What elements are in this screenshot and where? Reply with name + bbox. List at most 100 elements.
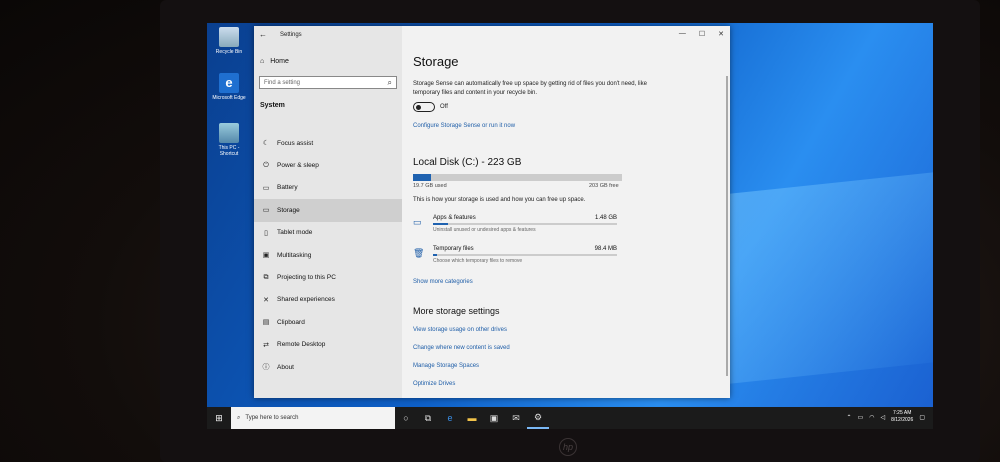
taskbar-search[interactable]: ⌕ Type here to search (231, 407, 395, 429)
category-bar (433, 254, 617, 256)
find-setting-input[interactable]: Find a setting ⌕ (259, 76, 397, 89)
category-bar (433, 223, 617, 225)
disk-title: Local Disk (C:) - 223 GB (413, 157, 522, 168)
settings-nav: ← Settings ⌂ Home Find a setting ⌕ Syste… (254, 26, 402, 398)
window-title: Settings (280, 32, 302, 38)
section-heading: System (260, 102, 285, 109)
projector-icon: ⧉ (263, 273, 269, 281)
category-fill (433, 254, 437, 256)
disk-free: 203 GB free (589, 183, 619, 189)
storage-info: This is how your storage is used and how… (413, 197, 586, 203)
folder-icon: ▬ (467, 413, 477, 423)
nav-item-battery[interactable]: ▭ Battery (254, 177, 402, 199)
shared-icon: ✕ (263, 296, 269, 304)
moon-icon: ☾ (262, 140, 270, 148)
desktop-icon-recycle-bin[interactable]: Recycle Bin (211, 27, 247, 55)
nav-item-about[interactable]: ⓘ About (254, 356, 402, 378)
desktop: Recycle Bin e Microsoft Edge This PC - S… (207, 23, 933, 429)
home-icon: ⌂ (260, 58, 265, 65)
recycle-bin-icon (219, 27, 239, 47)
search-icon: ⌕ (237, 414, 241, 421)
power-icon: ⏻ (263, 161, 269, 169)
category-apps-features[interactable]: ▭ Apps & features 1.48 GB Uninstall unus… (413, 215, 623, 241)
nav-item-focus-assist[interactable]: ☾ Focus assist (254, 132, 402, 154)
search-icon: ⌕ (387, 78, 392, 87)
disk-used: 19.7 GB used (413, 183, 447, 189)
storage-sense-description: Storage Sense can automatically free up … (413, 81, 647, 96)
trash-icon: 🗑 (413, 248, 425, 258)
nav-item-multitasking[interactable]: ▣ Multitasking (254, 244, 402, 266)
page-title: Storage (413, 54, 459, 69)
nav-item-shared-experiences[interactable]: ✕ Shared experiences (254, 289, 402, 311)
windows-icon: ⊞ (215, 412, 223, 423)
info-icon: ⓘ (262, 364, 270, 372)
cortana-icon: ○ (403, 413, 409, 423)
nav-home[interactable]: ⌂ Home (260, 58, 289, 65)
configure-storage-sense-link[interactable]: Configure Storage Sense or run it now (413, 123, 515, 129)
task-view-button[interactable]: ⧉ (417, 407, 439, 429)
edge-icon: e (219, 73, 239, 93)
wallpaper-light (727, 171, 933, 385)
nav-item-tablet-mode[interactable]: ▯ Tablet mode (254, 222, 402, 244)
category-fill (433, 223, 448, 225)
multitasking-icon: ▣ (262, 252, 270, 260)
nav-list: ☾ Focus assist ⏻ Power & sleep ▭ Battery ▭ S… (254, 132, 402, 378)
disk-usage-fill (413, 174, 432, 181)
network-icon[interactable]: ▭ (858, 414, 864, 421)
change-save-location-link[interactable]: Change where new content is saved (413, 345, 510, 351)
desktop-icon-edge[interactable]: e Microsoft Edge (211, 73, 247, 101)
taskbar-mail[interactable]: ✉ (505, 407, 527, 429)
manage-storage-spaces-link[interactable]: Manage Storage Spaces (413, 363, 479, 369)
edge-icon: e (447, 413, 453, 423)
close-button[interactable]: ✕ (718, 30, 724, 38)
maximize-button[interactable]: ☐ (699, 30, 705, 38)
nav-item-projecting[interactable]: ⧉ Projecting to this PC (254, 266, 402, 288)
title-bar: ← Settings (254, 26, 402, 44)
storage-page: — ☐ ✕ Storage Storage Sense can automati… (402, 26, 730, 398)
view-storage-other-drives-link[interactable]: View storage usage on other drives (413, 327, 507, 333)
nav-item-remote-desktop[interactable]: ⇄ Remote Desktop (254, 334, 402, 356)
gear-icon: ⚙ (533, 411, 543, 422)
mail-icon: ✉ (512, 412, 520, 423)
store-icon: ▣ (489, 412, 499, 423)
storage-icon: ▭ (262, 207, 270, 215)
category-temporary-files[interactable]: 🗑 Temporary files 98.4 MB Choose which t… (413, 246, 623, 272)
settings-window: ← Settings ⌂ Home Find a setting ⌕ Syste… (254, 26, 730, 398)
more-storage-heading: More storage settings (413, 306, 500, 316)
toggle-label: Off (440, 104, 448, 110)
storage-sense-toggle[interactable] (413, 102, 435, 112)
scrollbar[interactable] (726, 76, 728, 376)
battery-icon: ▭ (262, 184, 270, 192)
pc-icon (219, 123, 239, 143)
cortana-button[interactable]: ○ (395, 407, 417, 429)
minimize-button[interactable]: — (679, 30, 686, 38)
back-arrow-icon[interactable]: ← (259, 30, 267, 39)
nav-item-clipboard[interactable]: ▤ Clipboard (254, 311, 402, 333)
apps-icon: ▭ (413, 217, 422, 227)
clock[interactable]: 7:25 AM 8/12/2026 (891, 410, 913, 424)
chevron-up-icon[interactable]: ⌃ (847, 414, 852, 421)
optimize-drives-link[interactable]: Optimize Drives (413, 381, 455, 387)
show-more-categories-link[interactable]: Show more categories (413, 279, 473, 285)
nav-item-power-sleep[interactable]: ⏻ Power & sleep (254, 154, 402, 176)
taskbar-settings[interactable]: ⚙ (527, 407, 549, 429)
tablet-icon: ▯ (264, 229, 268, 237)
system-tray: ⌃ ▭ ◠ ◁ 7:25 AM 8/12/2026 ▢ (847, 410, 926, 424)
taskbar: ⊞ ⌕ Type here to search ○ ⧉ e ▬ ▣ ✉ ⚙ ⌃ … (207, 407, 933, 429)
hp-logo: hp (559, 438, 577, 456)
start-button[interactable]: ⊞ (207, 413, 231, 424)
task-view-icon: ⧉ (424, 412, 432, 423)
taskbar-file-explorer[interactable]: ▬ (461, 407, 483, 429)
remote-desktop-icon: ⇄ (263, 341, 269, 349)
notifications-icon[interactable]: ▢ (919, 414, 925, 421)
volume-icon[interactable]: ◁ (880, 414, 885, 421)
clipboard-icon: ▤ (262, 319, 270, 327)
taskbar-edge[interactable]: e (439, 407, 461, 429)
toggle-knob (416, 104, 421, 110)
window-controls: — ☐ ✕ (679, 30, 724, 38)
disk-usage-bar (413, 174, 622, 181)
taskbar-store[interactable]: ▣ (483, 407, 505, 429)
wifi-icon[interactable]: ◠ (869, 414, 874, 421)
nav-item-storage[interactable]: ▭ Storage (254, 199, 402, 222)
desktop-icon-this-pc[interactable]: This PC - Shortcut (211, 123, 247, 157)
